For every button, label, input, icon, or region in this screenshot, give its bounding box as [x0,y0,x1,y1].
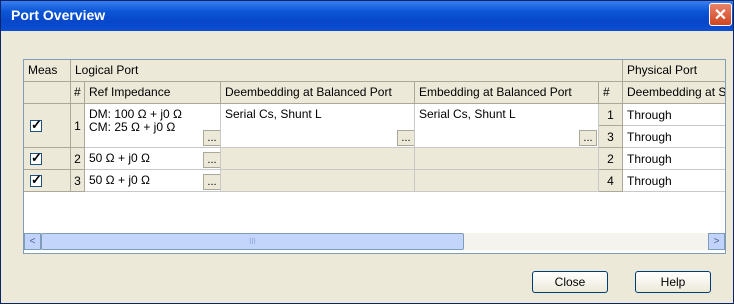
ellipsis-button[interactable]: ... [203,174,220,190]
port-overview-dialog: Port Overview ✕ Meas Logical Port Physic… [0,0,734,304]
phys-deembedding-value[interactable]: Through [623,148,725,170]
title-bar: Port Overview ✕ [1,1,733,31]
header-logical-port: Logical Port [71,60,623,82]
meas-cell [24,148,71,170]
embedding-cell [415,148,599,170]
port-table: Meas Logical Port Physical Port # Ref Im… [23,59,726,254]
deembedding-cell [221,148,415,170]
phys-deembedding-value[interactable]: Through [623,170,725,192]
scroll-thumb[interactable]: III [41,233,464,250]
meas-cell [24,170,71,192]
scroll-right-icon[interactable]: > [708,233,725,250]
ellipsis-button[interactable]: ... [397,130,414,146]
meas-checkbox-row1[interactable] [30,117,42,133]
embedding-value: Serial Cs, Shunt L [419,107,516,121]
header-embedding-balanced[interactable]: Embedding at Balanced Port [415,82,599,104]
help-button[interactable]: Help [635,271,711,293]
ref-impedance-value: 50 Ω + j0 Ω [89,173,150,187]
phys-num: 1 [599,104,623,126]
phys-deembedding-value[interactable]: Through [623,126,725,148]
header-phys-num: # [599,82,623,104]
close-button[interactable]: Close [532,271,608,293]
row-num: 2 [71,148,85,170]
phys-deembedding-value[interactable]: Through [623,104,725,126]
horizontal-scrollbar[interactable]: < III > [24,233,725,250]
phys-num: 4 [599,170,623,192]
meas-cell [24,104,71,148]
ref-impedance-cell[interactable]: 50 Ω + j0 Ω ... [85,148,221,170]
header-physical-port: Physical Port [623,60,725,82]
ref-impedance-cell[interactable]: DM: 100 Ω + j0 Ω CM: 25 Ω + j0 Ω ... [85,104,221,148]
ellipsis-button[interactable]: ... [203,152,220,168]
meas-checkbox-row2[interactable] [30,150,42,166]
ref-impedance-cm: CM: 25 Ω + j0 Ω [89,120,176,134]
close-window-icon[interactable]: ✕ [709,3,732,26]
scroll-left-icon[interactable]: < [24,233,41,250]
header-meas-blank [24,82,71,104]
deembedding-value: Serial Cs, Shunt L [225,107,322,121]
ref-impedance-dm: DM: 100 Ω + j0 Ω [89,107,182,121]
phys-num: 3 [599,126,623,148]
header-meas: Meas [24,60,71,82]
header-num: # [71,82,85,104]
header-deembedding-balanced[interactable]: Deembedding at Balanced Port [221,82,415,104]
ref-impedance-value: 50 Ω + j0 Ω [89,151,150,165]
header-ref-impedance[interactable]: Ref Impedance [85,82,221,104]
row-num: 1 [71,104,85,148]
meas-checkbox-row3[interactable] [30,172,42,188]
ref-impedance-cell[interactable]: 50 Ω + j0 Ω ... [85,170,221,192]
embedding-cell[interactable]: Serial Cs, Shunt L ... [415,104,599,148]
ellipsis-button[interactable]: ... [579,130,597,146]
phys-num: 2 [599,148,623,170]
row-num: 3 [71,170,85,192]
ellipsis-button[interactable]: ... [203,130,220,146]
deembedding-cell[interactable]: Serial Cs, Shunt L ... [221,104,415,148]
embedding-cell [415,170,599,192]
deembedding-cell [221,170,415,192]
window-title: Port Overview [11,7,106,23]
header-phys-deembedding[interactable]: Deembedding at S [623,82,725,104]
